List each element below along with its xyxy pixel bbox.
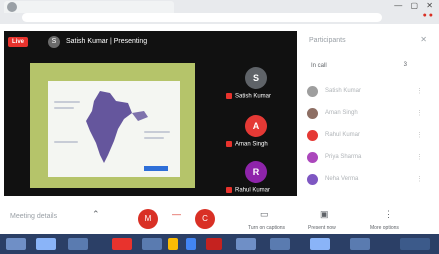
participant-row[interactable]: Priya Sharma ⋮ (307, 151, 425, 165)
address-bar[interactable] (22, 13, 382, 22)
close-icon[interactable]: ✕ (420, 35, 427, 44)
tile-name: Rahul Kumar (235, 187, 271, 194)
extension-icons[interactable]: ● ● (423, 12, 433, 19)
slide-text-line (144, 131, 170, 133)
participant-name: Priya Sharma (325, 154, 362, 160)
taskbar-app-icon[interactable] (36, 238, 56, 250)
captions-label: Turn on captions (248, 225, 286, 231)
participants-panel: Participants ✕ In call 3 Satish Kumar ⋮ … (301, 31, 433, 201)
browser-tab[interactable] (4, 1, 174, 13)
presenter-name: Satish Kumar | Presenting (66, 38, 148, 45)
tile-avatar: R (245, 161, 267, 183)
tile-name: Aman Singh (235, 141, 268, 148)
participant-tile[interactable]: A Aman Singh (226, 115, 286, 155)
more-vert-icon[interactable]: ⋮ (416, 131, 423, 139)
avatar (307, 152, 318, 163)
presenter-avatar: S (48, 36, 60, 48)
camera-off-button[interactable]: C (195, 209, 215, 229)
start-icon[interactable] (6, 238, 26, 250)
participant-name: Rahul Kumar (325, 132, 361, 138)
panel-title: Participants (309, 37, 346, 44)
live-badge: Live (8, 37, 29, 47)
more-options-label: More options (370, 225, 399, 231)
captions-icon[interactable]: ▭ (260, 209, 269, 220)
taskbar-app-icon[interactable] (206, 238, 222, 250)
avatar (307, 86, 318, 97)
more-vert-icon[interactable]: ⋮ (416, 109, 423, 117)
expand-icon[interactable]: ⌃ (92, 209, 100, 220)
end-call-icon[interactable]: — (172, 209, 181, 219)
taskbar-app-icon[interactable] (236, 238, 256, 250)
mic-off-icon (226, 93, 232, 99)
more-vert-icon[interactable]: ⋮ (416, 153, 423, 161)
avatar (307, 174, 318, 185)
shared-slide (30, 63, 195, 188)
taskbar-app-icon[interactable] (270, 238, 290, 250)
india-map-icon (86, 91, 148, 163)
participant-row[interactable]: Satish Kumar ⋮ (307, 85, 425, 99)
panel-section-label: In call (311, 63, 327, 69)
tile-name: Satish Kumar (235, 93, 272, 100)
more-vert-icon[interactable]: ⋮ (416, 175, 423, 183)
tile-name-row: Rahul Kumar (226, 187, 270, 194)
slide-text-line (144, 137, 164, 139)
taskbar-app-icon[interactable] (350, 238, 370, 250)
mic-off-button[interactable]: M (138, 209, 158, 229)
call-controls-bar: Meeting details ⌃ M — C ▭ Turn on captio… (0, 205, 439, 233)
tile-name-row: Aman Singh (226, 141, 268, 148)
system-tray[interactable] (400, 238, 430, 250)
tile-avatar: S (245, 67, 267, 89)
taskbar-app-icon[interactable] (68, 238, 88, 250)
browser-chrome: — ▢ ✕ ● ● (0, 0, 439, 24)
taskbar-app-icon[interactable] (112, 238, 132, 250)
avatar (307, 130, 318, 141)
participant-name: Satish Kumar (325, 88, 362, 94)
more-options-icon[interactable]: ⋮ (384, 209, 393, 220)
present-icon[interactable]: ▣ (320, 209, 329, 220)
slide-footer-bar (144, 166, 168, 171)
participant-row[interactable]: Aman Singh ⋮ (307, 107, 425, 121)
participant-tile[interactable]: R Rahul Kumar (226, 161, 286, 201)
participant-tile[interactable]: S Satish Kumar (226, 67, 286, 107)
tile-avatar: A (245, 115, 267, 137)
participant-name: Aman Singh (325, 110, 358, 116)
slide-content (48, 81, 180, 177)
taskbar-app-icon[interactable] (186, 238, 196, 250)
os-taskbar (0, 234, 439, 254)
mic-off-icon (226, 187, 232, 193)
taskbar-app-icon[interactable] (142, 238, 162, 250)
favicon-icon (7, 2, 17, 12)
chrome-icon[interactable] (168, 238, 178, 250)
participant-name: Neha Verma (325, 176, 359, 182)
participant-count: 3 (403, 62, 407, 68)
tile-name-row: Satish Kumar (226, 93, 271, 100)
slide-text-line (54, 101, 80, 103)
participant-row[interactable]: Neha Verma ⋮ (307, 173, 425, 187)
mic-off-icon (226, 141, 232, 147)
presentation-stage: Live S Satish Kumar | Presenting S Satis… (4, 31, 297, 196)
avatar (307, 108, 318, 119)
slide-text-line (54, 107, 74, 109)
meeting-details-link[interactable]: Meeting details (10, 213, 57, 220)
present-label: Present now (308, 225, 336, 231)
window-controls[interactable]: — ▢ ✕ (394, 1, 436, 10)
slide-text-line (54, 141, 78, 143)
more-vert-icon[interactable]: ⋮ (416, 87, 423, 95)
participant-row[interactable]: Rahul Kumar ⋮ (307, 129, 425, 143)
taskbar-app-icon[interactable] (310, 238, 330, 250)
